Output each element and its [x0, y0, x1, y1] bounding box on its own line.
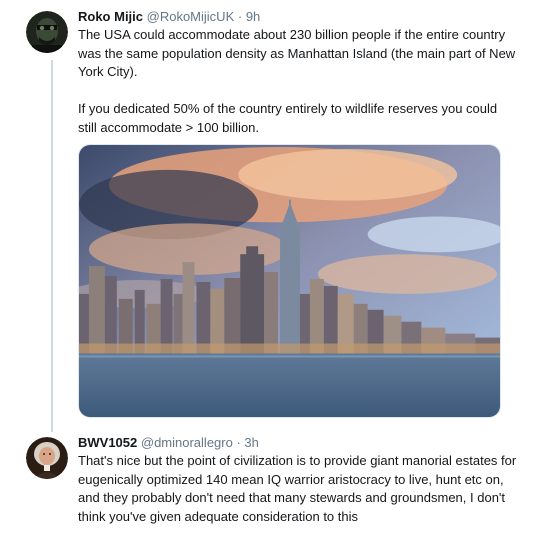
meta-separator: ·	[232, 435, 245, 450]
manhattan-skyline-photo-icon	[79, 145, 500, 417]
tweet-media[interactable]	[78, 144, 501, 418]
author-handle[interactable]: @RokoMijicUK	[147, 9, 235, 24]
tweet-text-line: think you've given adequate consideratio…	[78, 508, 359, 524]
tweet-text: That's nice but the point of civilizatio…	[78, 452, 516, 526]
tweet-text-line: If you dedicated 50% of the country enti…	[78, 101, 498, 116]
tweet-header: Roko Mijic @RokoMijicUK · 9h	[78, 9, 260, 25]
thread-connector-line	[51, 60, 53, 432]
author-handle[interactable]: @dminorallegro	[141, 435, 233, 450]
tweet-timestamp[interactable]: 9h	[246, 9, 260, 24]
tweet-text-spacer	[78, 82, 515, 101]
tweet-text-line: York City).	[78, 64, 138, 79]
tweet-text-line: still accommodate > 100 billion.	[78, 119, 260, 135]
dark-portrait-avatar-icon	[26, 11, 68, 53]
avatar[interactable]	[26, 437, 68, 479]
tweet-header: BWV1052 @dminorallegro · 3h	[78, 435, 259, 451]
author-name[interactable]: BWV1052	[78, 435, 137, 450]
meta-separator: ·	[234, 9, 246, 24]
tweet-timestamp[interactable]: 3h	[244, 435, 258, 450]
tweet-text-line: eugenically optimized 140 mean IQ warrio…	[78, 471, 504, 487]
tweet-text-line: and they probably don't need that many s…	[78, 490, 506, 505]
bach-portrait-avatar-icon	[26, 437, 68, 479]
tweet-text: The USA could accommodate about 230 bill…	[78, 26, 515, 137]
tweet-text-line: That's nice but the point of civilizatio…	[78, 453, 517, 468]
author-name[interactable]: Roko Mijic	[78, 9, 143, 24]
tweet-text-line: The USA could accommodate about 230 bill…	[78, 27, 506, 42]
avatar[interactable]	[26, 11, 68, 53]
tweet-text-line: was the same population density as Manha…	[78, 45, 516, 61]
